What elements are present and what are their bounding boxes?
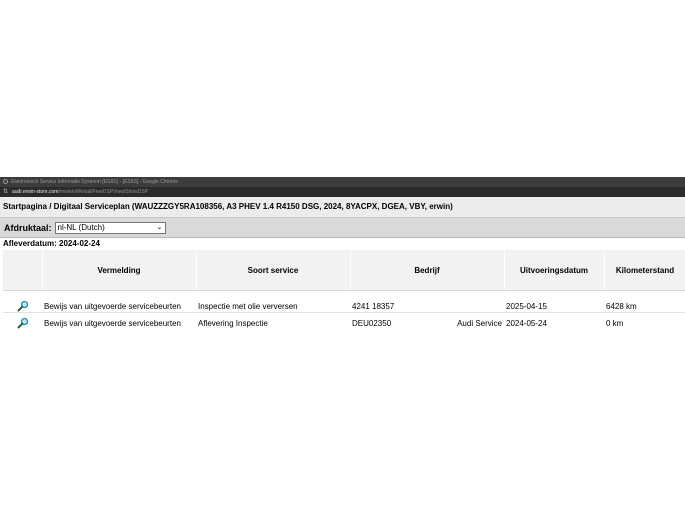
table-row[interactable]: Bewijs van uitgevoerde servicebeurten Af… [3,313,685,334]
cell-date: 2024-05-24 [506,318,547,328]
cell-service-type: Inspectie met olie verversen [196,290,350,313]
cell-date: 2025-04-15 [504,290,604,313]
cell-mileage: 0 km [606,318,624,328]
cell-company: 4241 18357 [350,290,504,313]
header-service-type[interactable]: Soort service [196,250,351,291]
company-code: DEU02350 [352,318,392,328]
company-brand: Audi Service [457,318,502,328]
language-bar: Afdruktaal: nl-NL (Dutch) ⌄ [0,218,685,238]
table-header-row: Vermelding Soort service Bedrijf Uitvoer… [3,250,685,291]
url-host[interactable]: audi.erwin-store.com [12,189,58,195]
cell-entry: Bewijs van uitgevoerde servicebeurten [42,290,196,313]
breadcrumb-text[interactable]: Startpagina / Digitaal Serviceplan (WAUZ… [3,202,453,211]
browser-title: Elektronisch Service Informatie Systeem … [11,179,179,185]
url-path[interactable]: /erwin/nl/Retail/FreeDSPView/ShowDSP [58,189,148,195]
table-row[interactable]: Bewijs van uitgevoerde servicebeurten In… [3,290,685,313]
chrome-icon [3,179,8,184]
magnifier-icon[interactable] [17,317,29,329]
browser-title-bar: Elektronisch Service Informatie Systeem … [0,177,685,187]
delivery-date: Afleverdatum: 2024-02-24 [3,239,100,248]
company-code: 4241 18357 [352,301,395,311]
cell-entry: Bewijs van uitgevoerde servicebeurten [44,318,181,328]
header-date[interactable]: Uitvoeringsdatum [504,250,605,291]
cell-company: DEU02350 Audi Service [350,313,504,334]
service-table: Vermelding Soort service Bedrijf Uitvoer… [3,250,685,333]
address-bar[interactable]: ⇅ audi.erwin-store.com/erwin/nl/Retail/Fr… [0,187,685,197]
header-entry[interactable]: Vermelding [42,250,197,291]
language-label: Afdruktaal: [4,222,52,233]
language-select[interactable]: nl-NL (Dutch) ⌄ [54,221,166,234]
view-details-button[interactable] [3,290,42,313]
header-mileage[interactable]: Kilometerstand [604,250,685,291]
header-icon [3,250,43,291]
site-settings-icon[interactable]: ⇅ [3,187,8,197]
header-company[interactable]: Bedrijf [350,250,505,291]
chevron-down-icon: ⌄ [156,223,163,231]
breadcrumb: Startpagina / Digitaal Serviceplan (WAUZ… [0,197,685,218]
language-selected: nl-NL (Dutch) [57,222,105,232]
cell-mileage: 6428 km [604,290,685,313]
view-details-button[interactable] [3,313,42,334]
browser-window: Elektronisch Service Informatie Systeem … [0,177,685,333]
magnifier-icon[interactable] [17,300,29,312]
cell-service-type: Aflevering Inspectie [198,318,268,328]
